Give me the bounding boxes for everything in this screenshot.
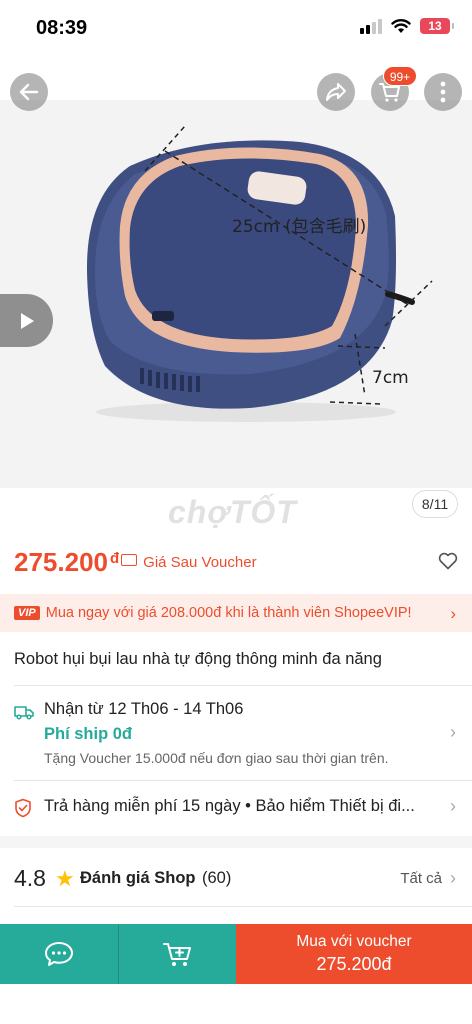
- cart-count-badge: 99+: [383, 66, 417, 86]
- chat-icon: [45, 942, 73, 966]
- more-options-button[interactable]: [424, 73, 462, 111]
- shop-rating-score: 4.8: [14, 865, 46, 891]
- share-button[interactable]: [317, 73, 355, 111]
- image-page-counter: 8/11: [412, 490, 458, 518]
- divider: [14, 685, 472, 686]
- play-video-button[interactable]: [0, 294, 53, 347]
- arrow-left-icon: [19, 83, 39, 101]
- section-gap: [0, 836, 472, 848]
- dimension-height-label: 7cm: [372, 368, 409, 388]
- add-to-cart-button[interactable]: [119, 924, 236, 984]
- voucher-price-label: Giá Sau Voucher: [143, 553, 257, 571]
- more-vertical-icon: [440, 81, 446, 103]
- shipping-chevron-icon[interactable]: ›: [450, 722, 456, 743]
- bottom-action-bar: Mua với voucher 275.200đ: [0, 924, 472, 984]
- price-amount: 275.200: [14, 546, 108, 577]
- signal-icon: [360, 18, 382, 34]
- shipping-date: Nhận từ 12 Th06 - 14 Th06: [44, 700, 244, 718]
- product-screen: 08:39 13 25cm (包含毛刷) 7cm 99+ chợTỐT 8/11…: [0, 0, 472, 1024]
- back-button[interactable]: [10, 73, 48, 111]
- shopee-vip-banner[interactable]: VIP Mua ngay với giá 208.000đ khi là thà…: [0, 594, 472, 632]
- share-icon: [326, 83, 346, 101]
- see-all-reviews-link[interactable]: Tất cả: [400, 870, 442, 887]
- product-image-gallery[interactable]: 25cm (包含毛刷) 7cm 99+: [0, 56, 472, 488]
- star-icon: ★: [55, 866, 75, 891]
- reviews-chevron-icon[interactable]: ›: [450, 868, 456, 889]
- vip-text: Mua ngay với giá 208.000đ khi là thành v…: [45, 605, 412, 621]
- wifi-icon: [391, 19, 411, 33]
- watermark: chợTỐT: [168, 494, 297, 530]
- vip-badge: VIP: [14, 606, 40, 620]
- divider: [14, 906, 472, 907]
- dimension-width-label: 25cm (包含毛刷): [232, 217, 366, 237]
- home-indicator-area: [0, 984, 472, 1024]
- voucher-icon: [121, 554, 138, 566]
- image-footer: chợTỐT 8/11: [0, 488, 472, 538]
- shipping-fee: Phí ship 0đ: [44, 725, 133, 743]
- product-title: Robot hụi bụi lau nhà tự động thông minh…: [14, 650, 382, 668]
- truck-icon: [14, 706, 34, 720]
- status-time: 08:39: [36, 17, 88, 39]
- price-currency: đ: [109, 549, 120, 567]
- shipping-note: Tặng Voucher 15.000đ nếu đơn giao sau th…: [44, 750, 389, 766]
- buy-with-voucher-button[interactable]: Mua với voucher 275.200đ: [236, 924, 472, 984]
- add-to-cart-icon: [162, 943, 191, 966]
- divider: [14, 780, 472, 781]
- shop-rating-label: Đánh giá Shop: [80, 869, 196, 887]
- return-policy-text[interactable]: Trả hàng miễn phí 15 ngày • Bảo hiểm Thi…: [44, 797, 415, 816]
- battery-icon: 13: [420, 18, 454, 34]
- shop-rating-count: (60): [202, 869, 232, 887]
- status-icons: 13: [360, 18, 454, 34]
- buy-button-price: 275.200đ: [316, 954, 392, 974]
- chat-button[interactable]: [0, 924, 118, 984]
- play-icon: [20, 312, 34, 329]
- shield-check-icon: [15, 798, 31, 818]
- price-row: 275.200 đ Giá Sau Voucher: [14, 542, 458, 582]
- buy-button-label: Mua với voucher: [296, 933, 412, 950]
- returns-chevron-icon[interactable]: ›: [450, 796, 456, 817]
- chevron-right-icon: ›: [450, 604, 456, 623]
- heart-icon[interactable]: [438, 552, 458, 570]
- product-image: 25cm (包含毛刷) 7cm: [86, 125, 433, 422]
- status-bar: 08:39 13: [0, 0, 472, 56]
